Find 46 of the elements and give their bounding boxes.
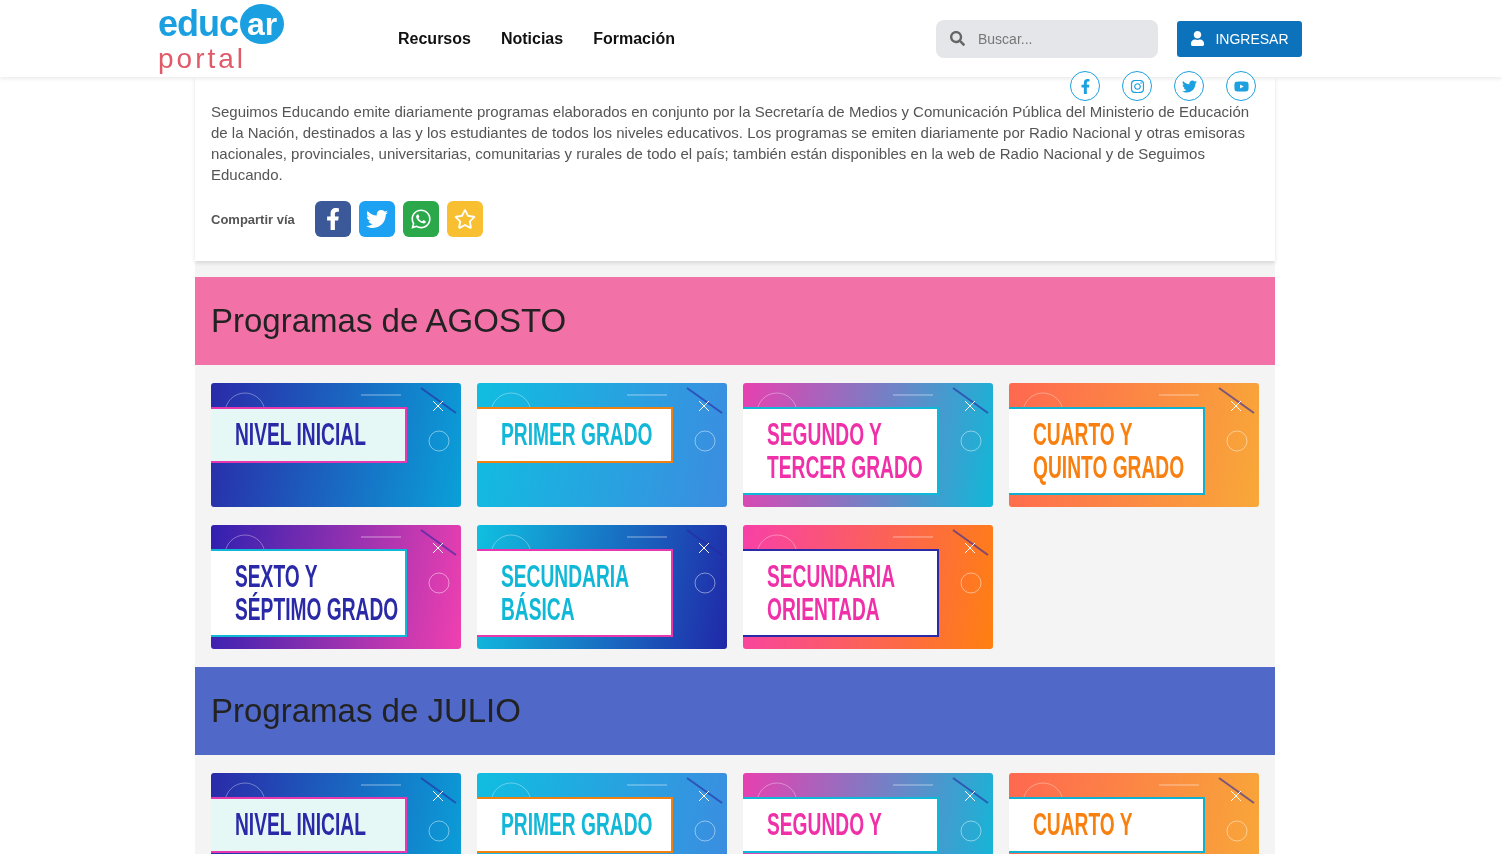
share-button[interactable] — [314, 201, 351, 237]
educar-logo[interactable]: educ ar portal — [158, 3, 300, 74]
nav-link[interactable]: Noticias — [500, 29, 564, 48]
whatsapp-icon — [409, 208, 432, 230]
program-card[interactable]: SEXTO Y SÉPTIMO GRADO — [211, 525, 461, 649]
program-card[interactable]: PRIMER GRADO — [477, 383, 727, 507]
login-button[interactable]: INGRESAR — [1177, 20, 1302, 57]
program-card[interactable]: SECUNDARIA BÁSICA — [477, 525, 727, 649]
card-title: SEGUNDO Y — [767, 808, 882, 841]
search-icon — [950, 30, 965, 46]
social-link[interactable] — [1122, 71, 1152, 101]
card-title: PRIMER GRADO — [501, 808, 653, 841]
social-link[interactable] — [1174, 71, 1204, 101]
section-title: Programas de AGOSTO — [211, 302, 567, 340]
card-title: NIVEL INICIAL — [235, 808, 366, 841]
user-icon — [1190, 31, 1206, 46]
bird-icon — [365, 208, 388, 230]
program-card[interactable]: CUARTO Y — [1009, 773, 1259, 854]
search-field[interactable]: Buscar... — [936, 19, 1158, 58]
star-icon — [453, 208, 476, 230]
card-title: SEXTO Y SÉPTIMO GRADO — [235, 560, 399, 626]
card-title: SECUNDARIA BÁSICA — [501, 560, 629, 626]
section-title: Programas de JULIO — [211, 692, 521, 730]
program-card[interactable]: NIVEL INICIAL — [211, 383, 461, 507]
social-link[interactable] — [1226, 71, 1256, 101]
program-card[interactable]: CUARTO Y QUINTO GRADO — [1009, 383, 1259, 507]
nav-link[interactable]: Recursos — [398, 29, 471, 48]
card-title: NIVEL INICIAL — [235, 418, 366, 451]
card-title: CUARTO Y QUINTO GRADO — [1033, 418, 1185, 484]
program-card[interactable]: PRIMER GRADO — [477, 773, 727, 854]
nav-link[interactable]: Formación — [593, 29, 675, 48]
card-title: SEGUNDO Y TERCER GRADO — [767, 418, 923, 484]
share-button[interactable] — [358, 201, 395, 237]
share-button[interactable] — [402, 201, 439, 237]
share-label: Compartir vía — [211, 211, 295, 227]
program-card[interactable]: SEGUNDO Y — [743, 773, 993, 854]
social-link[interactable] — [1070, 71, 1100, 101]
card-title: SECUNDARIA ORIENTADA — [767, 560, 895, 626]
card-title: CUARTO Y — [1033, 808, 1133, 841]
bird-icon — [1181, 78, 1197, 94]
camera-icon — [1129, 78, 1145, 94]
card-title: PRIMER GRADO — [501, 418, 653, 451]
program-card[interactable]: SEGUNDO Y TERCER GRADO — [743, 383, 993, 507]
program-card[interactable]: NIVEL INICIAL — [211, 773, 461, 854]
program-card[interactable]: SECUNDARIA ORIENTADA — [743, 525, 993, 649]
intro-paragraph: Seguimos Educando emite diariamente programas elaborados en conjunto por la Secretaría de Medios y Comunicación Pública del Ministerio de Educación de la Nación, destinados a las y los estudiantes de todos los niveles educativos. Los programas se emiten diariamente por Radio Nacional y otras emisoras nacionales, provinciales, universitarias, comunitarias y rurales de todo el país; también están disponibles en la web de Radio Nacional y de Seguimos Educando. — [211, 102, 1251, 185]
